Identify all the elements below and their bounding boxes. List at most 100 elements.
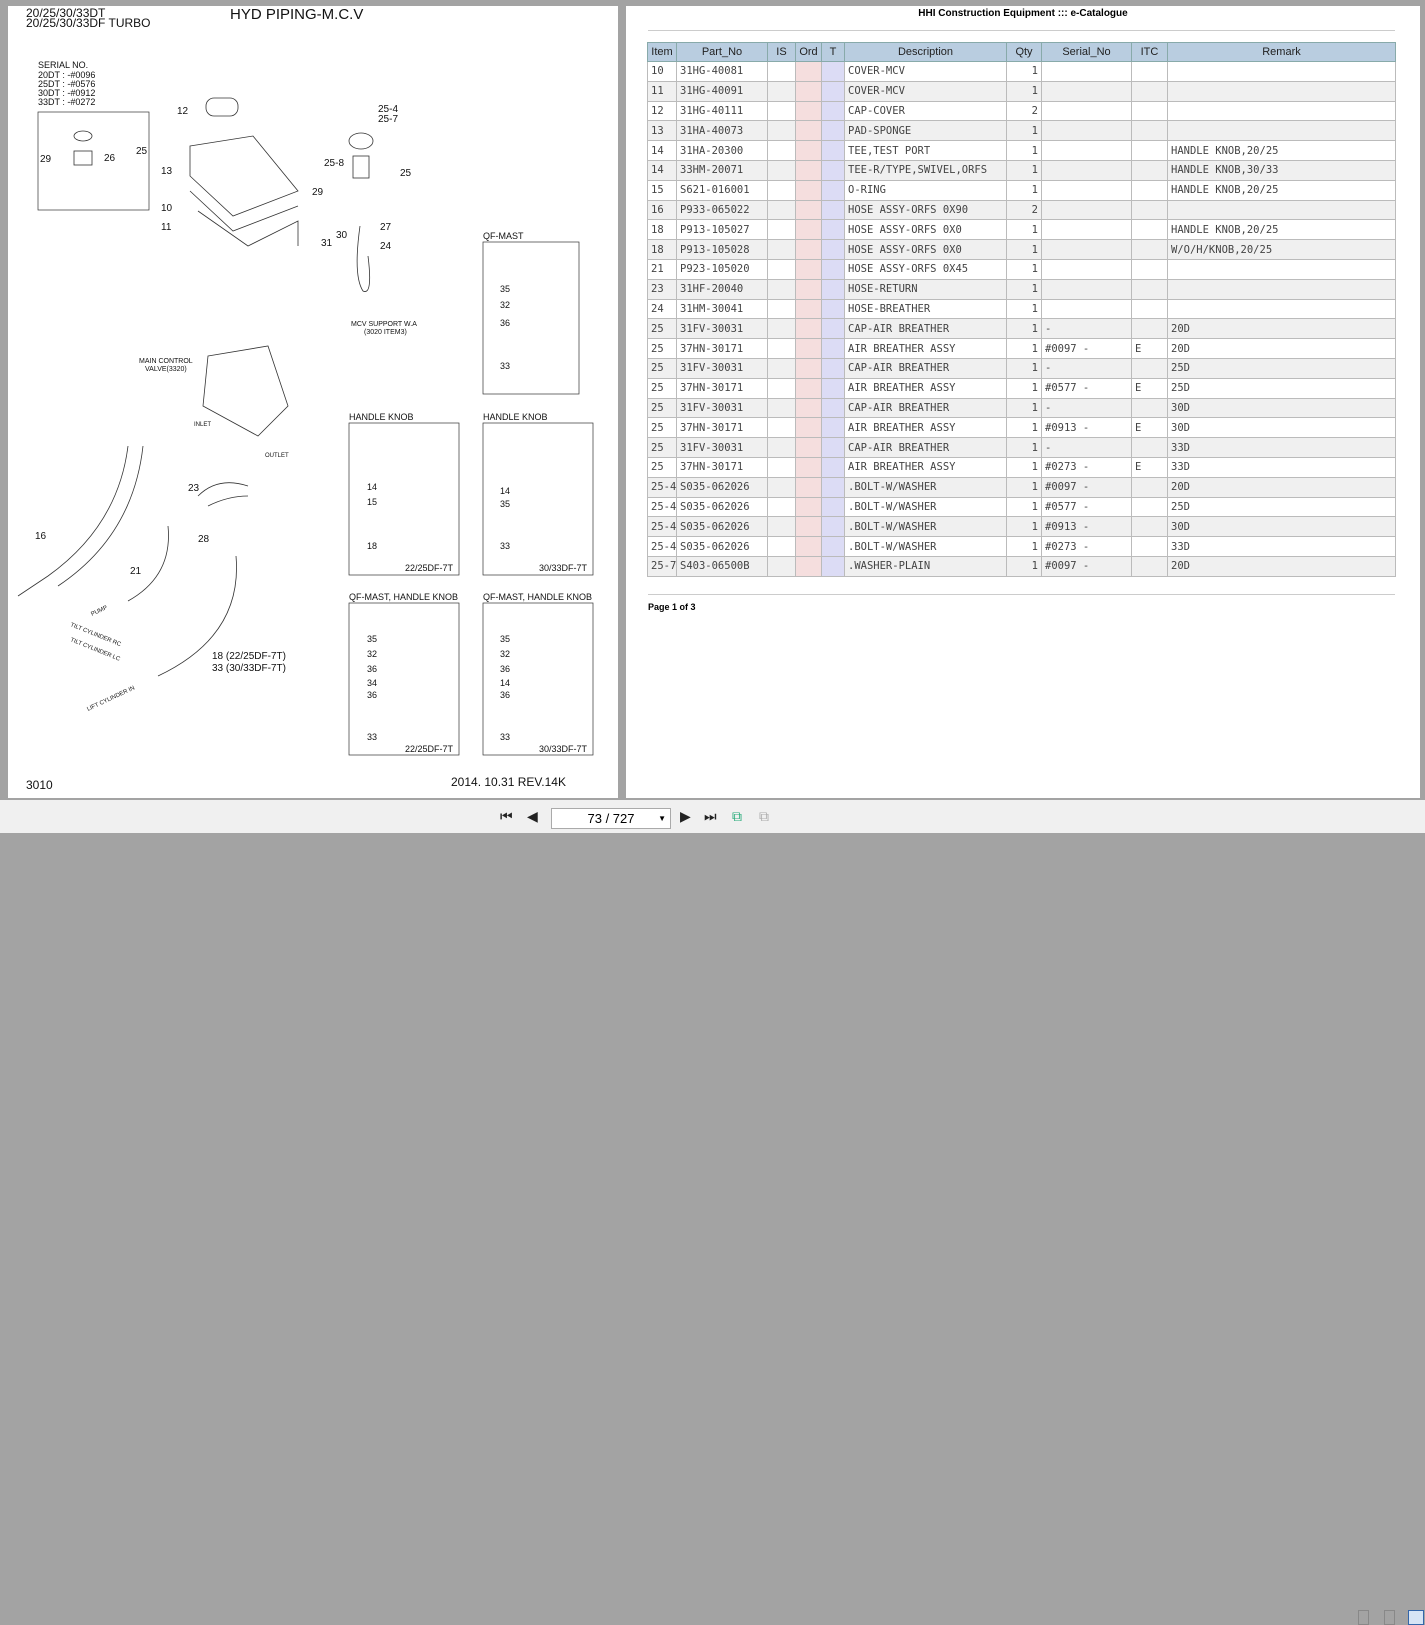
cell-is — [767, 417, 796, 439]
cell-t — [821, 100, 845, 122]
cell-itc — [1131, 555, 1168, 577]
table-row[interactable]: 25-7 S403-06500B .WASHER-PLAIN 1 #0097 - 20D — [647, 555, 1396, 577]
cell-description: HOSE ASSY-ORFS 0X0 — [844, 219, 1007, 241]
cell-ord — [795, 140, 822, 161]
table-row[interactable]: 24 31HM-30041 HOSE-BREATHER 1 — [647, 298, 1396, 320]
table-row[interactable]: 18 P913-105028 HOSE ASSY-ORFS 0X0 1 W/O/H/KN… — [647, 239, 1396, 260]
cell-is — [767, 357, 796, 379]
cell-remark — [1167, 80, 1396, 102]
cell-is — [767, 298, 796, 320]
fit-width-icon[interactable]: ⧉ — [759, 808, 769, 825]
next-page-icon[interactable]: ▶ — [680, 808, 691, 825]
cell-is — [767, 437, 796, 458]
table-row[interactable]: 18 P913-105027 HOSE ASSY-ORFS 0X0 1 HANDLE K… — [647, 219, 1396, 241]
table-row[interactable]: 13 31HA-40073 PAD-SPONGE 1 — [647, 120, 1396, 142]
two-page-view-icon[interactable] — [1408, 1610, 1424, 1625]
cell-t — [821, 555, 845, 577]
inset-label: 32 — [500, 300, 510, 310]
cell-ord — [795, 536, 822, 557]
table-row[interactable]: 16 P933-065022 HOSE ASSY-ORFS 0X90 2 — [647, 199, 1396, 221]
table-row[interactable]: 25 31FV-30031 CAP-AIR BREATHER 1 - 30D — [647, 397, 1396, 419]
drawing-page: 20/25/30/33DT 20/25/30/33DF TURBO HYD PI… — [8, 6, 618, 798]
table-row[interactable]: 15 S621-016001 O-RING 1 HANDLE KNOB,20/25 — [647, 179, 1396, 201]
cell-item: 25 — [647, 397, 677, 419]
table-row[interactable]: 14 33HM-20071 TEE-R/TYPE,SWIVEL,ORFS 1 HANDL… — [647, 159, 1396, 181]
table-row[interactable]: 25 37HN-30171 AIR BREATHER ASSY 1 #0097 - E 20… — [647, 338, 1396, 359]
cell-qty: 1 — [1006, 179, 1042, 201]
cell-itc — [1131, 357, 1168, 379]
table-row[interactable]: 23 31HF-20040 HOSE-RETURN 1 — [647, 278, 1396, 300]
cell-t — [821, 516, 845, 538]
table-row[interactable]: 10 31HG-40081 COVER-MCV 1 — [647, 61, 1396, 82]
table-row[interactable]: 25 37HN-30171 AIR BREATHER ASSY 1 #0913 - E 30… — [647, 417, 1396, 439]
cell-item: 13 — [647, 120, 677, 142]
cell-item: 21 — [647, 258, 677, 280]
callout: 16 — [35, 531, 47, 542]
table-row[interactable]: 25 37HN-30171 AIR BREATHER ASSY 1 #0577 - E 25… — [647, 377, 1396, 399]
cell-itc — [1131, 258, 1168, 280]
last-page-icon[interactable]: ⏭ — [704, 808, 717, 825]
table-row[interactable]: 25-4 S035-062026 .BOLT-W/WASHER 1 #0273 - 33D — [647, 536, 1396, 557]
cell-t — [821, 179, 845, 201]
cell-part-no: 31HG-40091 — [676, 80, 768, 102]
cell-serial-no — [1041, 239, 1132, 260]
table-row[interactable]: 25 31FV-30031 CAP-AIR BREATHER 1 - 20D — [647, 318, 1396, 340]
cell-ord — [795, 80, 822, 102]
continuous-view-icon[interactable] — [1384, 1610, 1395, 1625]
cell-serial-no: #0273 - — [1041, 456, 1132, 478]
cell-part-no: 31FV-30031 — [676, 357, 768, 379]
prev-page-icon[interactable]: ◀ — [527, 808, 538, 825]
cell-part-no: 33HM-20071 — [676, 159, 768, 181]
cell-is — [767, 140, 796, 161]
table-row[interactable]: 25 37HN-30171 AIR BREATHER ASSY 1 #0273 - E 33… — [647, 456, 1396, 478]
cell-item: 18 — [647, 219, 677, 241]
cell-t — [821, 318, 845, 340]
cell-ord — [795, 318, 822, 340]
cell-serial-no: - — [1041, 318, 1132, 340]
cell-remark: HANDLE KNOB,20/25 — [1167, 179, 1396, 201]
table-row[interactable]: 21 P923-105020 HOSE ASSY-ORFS 0X45 1 — [647, 258, 1396, 280]
cell-remark: W/O/H/KNOB,20/25 — [1167, 239, 1396, 260]
first-page-icon[interactable]: ⏮ — [500, 808, 513, 825]
cell-item: 25-4 — [647, 536, 677, 557]
page-number-select[interactable]: 73 / 727 ▼ — [551, 808, 671, 829]
cell-part-no: 31FV-30031 — [676, 318, 768, 340]
cell-itc — [1131, 476, 1168, 498]
column-header: Remark — [1167, 42, 1396, 62]
cell-serial-no — [1041, 80, 1132, 102]
inset-label: 36 — [500, 664, 510, 674]
cell-serial-no: #0577 - — [1041, 496, 1132, 518]
column-header: IS — [767, 42, 796, 62]
fit-page-icon[interactable]: ⧉ — [732, 808, 742, 825]
cell-remark: 25D — [1167, 377, 1396, 399]
inset-label: HANDLE KNOB — [483, 412, 548, 422]
table-row[interactable]: 25-4 S035-062026 .BOLT-W/WASHER 1 #0097 - 20D — [647, 476, 1396, 498]
table-row[interactable]: 12 31HG-40111 CAP-COVER 2 — [647, 100, 1396, 122]
cell-item: 25 — [647, 357, 677, 379]
table-row[interactable]: 11 31HG-40091 COVER-MCV 1 — [647, 80, 1396, 102]
table-row[interactable]: 25 31FV-30031 CAP-AIR BREATHER 1 - 33D — [647, 437, 1396, 458]
inset-label: 35 — [367, 634, 377, 644]
inset-qf-mast-handle-knob-20-25: QF-MAST, HANDLE KNOB 35 32 36 34 36 33 2… — [348, 592, 460, 756]
cell-part-no: P913-105028 — [676, 239, 768, 260]
cell-qty: 1 — [1006, 338, 1042, 359]
chevron-down-icon[interactable]: ▼ — [658, 809, 666, 828]
cell-serial-no — [1041, 140, 1132, 161]
cell-t — [821, 456, 845, 478]
table-row[interactable]: 25-4 S035-062026 .BOLT-W/WASHER 1 #0577 - 25D — [647, 496, 1396, 518]
cell-description: AIR BREATHER ASSY — [844, 338, 1007, 359]
table-row[interactable]: 25 31FV-30031 CAP-AIR BREATHER 1 - 25D — [647, 357, 1396, 379]
cell-is — [767, 239, 796, 260]
table-row[interactable]: 14 31HA-20300 TEE,TEST PORT 1 HANDLE KNOB,20… — [647, 140, 1396, 161]
cell-description: TEE,TEST PORT — [844, 140, 1007, 161]
cell-part-no: 31FV-30031 — [676, 397, 768, 419]
cell-is — [767, 159, 796, 181]
cell-part-no: 37HN-30171 — [676, 377, 768, 399]
cell-part-no: S621-016001 — [676, 179, 768, 201]
single-page-view-icon[interactable] — [1358, 1610, 1369, 1625]
cell-part-no: S035-062026 — [676, 536, 768, 557]
table-row[interactable]: 25-4 S035-062026 .BOLT-W/WASHER 1 #0913 - 30D — [647, 516, 1396, 538]
cell-t — [821, 437, 845, 458]
cell-t — [821, 357, 845, 379]
column-header: ITC — [1131, 42, 1168, 62]
